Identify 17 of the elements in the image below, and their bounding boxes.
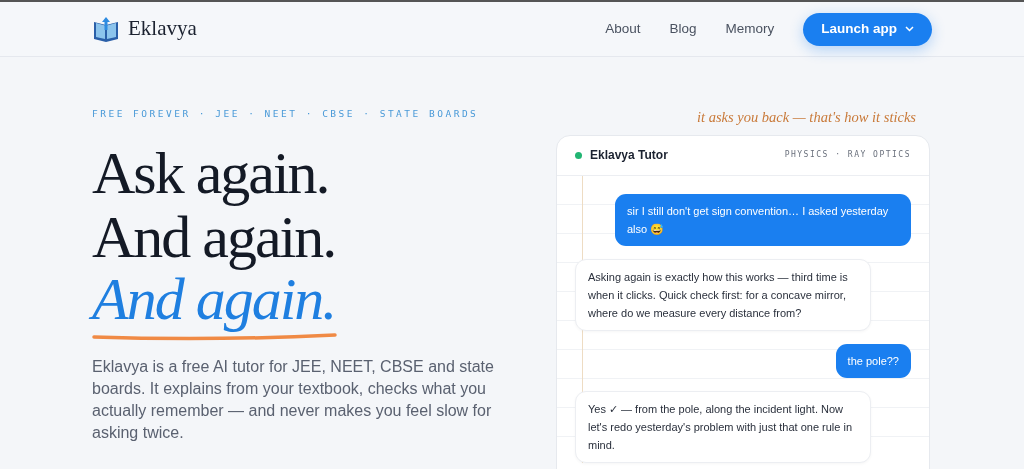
chevron-down-icon	[905, 26, 914, 32]
user-message: the pole??	[835, 343, 911, 378]
nav-link[interactable]: About	[605, 18, 641, 40]
book-logo-icon	[92, 16, 120, 42]
nav-link[interactable]: Memory	[725, 18, 775, 40]
user-message: sir I still don't get sign convention… I asked yesterday also 😅	[615, 193, 911, 246]
nav-link[interactable]: Blog	[669, 18, 697, 40]
chat-title: Eklavya Tutor	[590, 147, 668, 165]
launch-app-button[interactable]: Launch app	[803, 12, 932, 46]
brand-name: Eklavya	[128, 15, 197, 43]
lead-paragraph: Eklavya is a free AI tutor for JEE, NEET, CBSE and state boards. It explains from your textbook, checks what you actually remember — and never makes you feel slow for asking twice.	[92, 357, 495, 444]
eyebrow-text: FREE FOREVER · JEE · NEET · CBSE · STATE BOARDS	[92, 107, 480, 121]
tutor-message: Asking again is exactly how this works — third time is when it clicks. Quick check first: for a concave mirror, where do we measure every distance from?	[575, 258, 871, 331]
topic-label: PHYSICS · RAY OPTICS	[784, 149, 911, 162]
headline: Ask again.	[92, 140, 329, 207]
tutor-message: Yes ✓ — from the pole, along the incident light. Now let's redo yesterday's problem with just that one rule in mind.	[575, 390, 871, 463]
annotation-text: it asks you back — that's how it sticks	[697, 109, 916, 125]
